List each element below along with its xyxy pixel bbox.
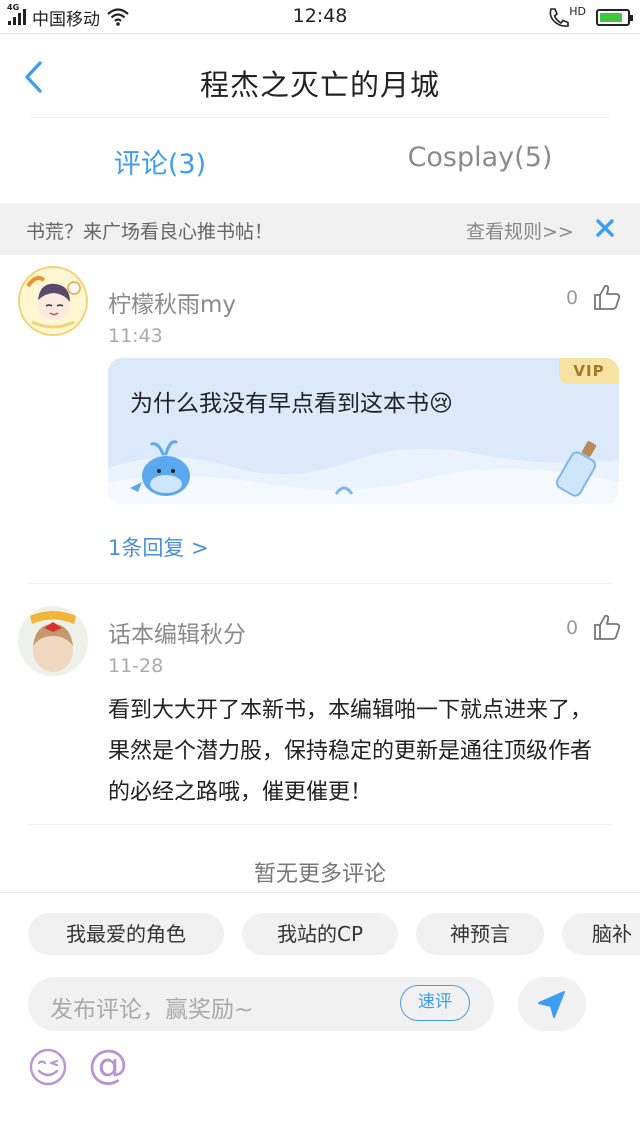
comment-composer: 我最爱的角色 我站的CP 神预言 脑补 发布评论，赢奖励~ 速评 @ bbox=[0, 892, 640, 1138]
quick-tag-chip[interactable]: 脑补 bbox=[562, 913, 640, 955]
thumbs-up-icon[interactable] bbox=[592, 612, 622, 642]
header: 程杰之灭亡的月城 bbox=[0, 34, 640, 118]
battery-icon bbox=[596, 8, 633, 26]
editor-avatar-image bbox=[19, 607, 87, 675]
emoji-icon[interactable] bbox=[28, 1047, 68, 1087]
close-icon[interactable] bbox=[592, 215, 618, 241]
status-bar: 4G 中国移动 12:48 HD bbox=[0, 0, 640, 34]
tab-cosplay[interactable]: Cosplay(5) bbox=[320, 142, 640, 173]
comment-divider bbox=[28, 583, 612, 584]
avatar[interactable] bbox=[18, 266, 88, 336]
no-more-comments: 暂无更多评论 bbox=[253, 862, 386, 887]
quick-tag-chip[interactable]: 我站的CP bbox=[242, 913, 398, 955]
tab-bar: 评论(3) Cosplay(5) bbox=[0, 120, 640, 202]
hd-label: HD bbox=[569, 4, 586, 18]
page-title: 程杰之灭亡的月城 bbox=[199, 68, 440, 102]
status-right: HD bbox=[547, 4, 633, 29]
comment-input[interactable]: 发布评论，赢奖励~ 速评 bbox=[28, 977, 494, 1031]
vip-card-decoration bbox=[108, 440, 619, 504]
send-icon bbox=[538, 991, 565, 1018]
send-button[interactable] bbox=[518, 977, 586, 1031]
tab-comments[interactable]: 评论(3) bbox=[0, 142, 320, 181]
author-avatar-image bbox=[18, 266, 88, 336]
comment-body: 看到大大开了本新书，本编辑啪一下就点进来了，果然是个潜力股，保持稳定的更新是通往… bbox=[108, 698, 593, 805]
promo-banner: 书荒？来广场看良心推书帖！ 查看规则>> bbox=[0, 203, 640, 255]
quick-review-button[interactable]: 速评 bbox=[400, 985, 470, 1021]
view-rules-link[interactable]: 查看规则>> bbox=[466, 217, 574, 244]
comment-time: 11:43 bbox=[108, 325, 163, 347]
comment-divider bbox=[28, 824, 612, 825]
thumbs-up-icon[interactable] bbox=[592, 282, 622, 312]
vip-comment-card: 为什么我没有早点看到这本书😢 VIP bbox=[108, 358, 619, 504]
quick-tag-chip[interactable]: 神预言 bbox=[416, 913, 544, 955]
like-count: 0 bbox=[566, 287, 579, 309]
like-count: 0 bbox=[566, 617, 579, 639]
battery-level bbox=[600, 12, 623, 22]
view-replies-link[interactable]: 1条回复 > bbox=[108, 532, 209, 562]
quick-tag-chip[interactable]: 我最爱的角色 bbox=[28, 913, 224, 955]
header-divider bbox=[30, 117, 610, 118]
comment-username[interactable]: 柠檬秋雨my bbox=[108, 285, 236, 319]
comment-time: 11-28 bbox=[108, 655, 164, 677]
comment-username[interactable]: 话本编辑秋分 bbox=[108, 615, 246, 649]
banner-text[interactable]: 书荒？来广场看良心推书帖！ bbox=[26, 217, 273, 244]
at-mention-icon[interactable]: @ bbox=[86, 1043, 130, 1087]
status-time: 12:48 bbox=[292, 5, 348, 27]
avatar[interactable] bbox=[18, 606, 88, 676]
comment-input-placeholder: 发布评论，赢奖励~ bbox=[50, 997, 254, 1023]
